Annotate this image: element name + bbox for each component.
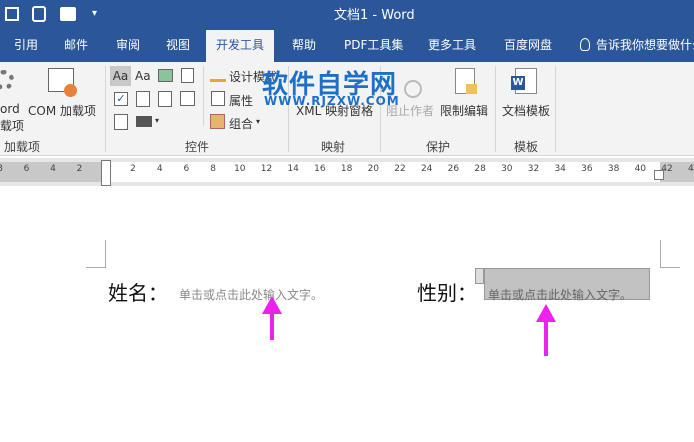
ruler-number: 18 <box>340 164 353 174</box>
document-page[interactable]: 姓名： 单击或点击此处输入文字。 性别： 单击或点击此处输入文字。 <box>0 186 694 442</box>
tab-review[interactable]: 审阅 <box>116 30 140 62</box>
title-bar: ▾ 文档1 - Word <box>0 0 694 30</box>
word-addins-label2: 载项 <box>0 119 25 133</box>
building-block-control-icon[interactable] <box>181 68 194 83</box>
ruler-number: 4 <box>156 164 163 174</box>
content-control-handle[interactable] <box>475 268 484 284</box>
gender-placeholder: 单击或点击此处输入文字。 <box>488 288 633 302</box>
ruler-number: 28 <box>474 164 486 174</box>
right-indent-marker[interactable] <box>654 170 664 180</box>
tab-pdf-tools[interactable]: PDF工具集 <box>344 30 403 62</box>
indent-marker[interactable] <box>101 160 111 186</box>
repeating-section-icon[interactable] <box>114 114 128 130</box>
rich-text-control-icon[interactable]: Aa <box>110 66 131 86</box>
dropdown-list-control-icon[interactable] <box>158 91 172 107</box>
group-button[interactable]: 组合 <box>229 115 253 132</box>
tab-developer[interactable]: 开发工具 <box>206 30 275 62</box>
restrict-editing-button[interactable]: 限制编辑 <box>440 102 488 119</box>
ruler-number: 14 <box>287 164 299 174</box>
ruler-number: 22 <box>394 164 406 174</box>
tab-mailings[interactable]: 邮件 <box>64 30 88 62</box>
group-label-controls: 控件 <box>185 140 210 154</box>
ruler-number: 2 <box>76 164 83 174</box>
ruler-number: 38 <box>607 164 620 174</box>
legacy-tools-dropdown-icon[interactable]: ▾ <box>155 116 159 125</box>
ruler-number: 4 <box>50 164 56 174</box>
tab-baidu-netdisk[interactable]: 百度网盘 <box>504 30 552 62</box>
ruler-number: 26 <box>447 164 460 174</box>
ruler-number: 44 <box>687 164 694 174</box>
group-label-protect: 保护 <box>426 140 451 154</box>
ruler-number: 16 <box>314 164 326 174</box>
word-logo-icon: W <box>511 76 525 90</box>
name-label: 姓名： <box>108 281 168 305</box>
design-mode-icon <box>210 68 226 82</box>
ruler-number: 8 <box>0 164 3 174</box>
save-icon[interactable] <box>5 7 19 21</box>
gear-icon <box>0 70 14 90</box>
ruler-number: 6 <box>23 164 30 174</box>
checkbox-control-icon[interactable]: ✓ <box>114 92 128 106</box>
com-addins-button[interactable]: COM 加载项 <box>28 102 96 119</box>
ruler-number: 34 <box>554 164 566 174</box>
legacy-tools-icon[interactable] <box>136 116 152 127</box>
group-label-templates: 模板 <box>514 140 539 154</box>
customize-toolbar-icon[interactable]: ▾ <box>92 8 97 19</box>
com-gear-icon <box>64 84 77 97</box>
document-template-button[interactable]: 文档模板 <box>502 102 550 119</box>
group-label-mapping: 映射 <box>321 140 346 154</box>
window-title: 文档1 - Word <box>334 8 415 23</box>
ruler-number: 32 <box>527 164 540 174</box>
picture-control-icon[interactable] <box>158 69 173 82</box>
ribbon-tabs: 引用 邮件 审阅 视图 开发工具 帮助 PDF工具集 更多工具 百度网盘 告诉我… <box>0 30 694 62</box>
touch-mode-icon[interactable] <box>32 6 46 22</box>
combo-box-control-icon[interactable] <box>136 91 150 107</box>
tab-more-tools[interactable]: 更多工具 <box>428 30 476 62</box>
plain-text-control-icon[interactable]: Aa <box>135 66 151 86</box>
properties-icon <box>211 91 225 106</box>
ruler-number: 24 <box>420 164 433 174</box>
ruler-number: 10 <box>234 164 246 174</box>
lock-icon <box>466 84 477 94</box>
properties-button[interactable]: 属性 <box>229 92 253 109</box>
block-authors-icon <box>404 80 422 98</box>
ruler-number: 40 <box>634 164 647 174</box>
ruler-number: 12 <box>260 164 273 174</box>
horizontal-ruler[interactable]: 8642246810121416182022242628303234363840… <box>0 158 694 186</box>
group-icon <box>210 114 225 129</box>
tab-view[interactable]: 视图 <box>166 30 190 62</box>
quick-print-icon[interactable] <box>60 7 76 21</box>
ruler-number: 8 <box>210 164 216 174</box>
group-dropdown-icon[interactable]: ▾ <box>256 117 260 126</box>
gender-label: 性别： <box>417 281 477 305</box>
gender-content-control[interactable]: 单击或点击此处输入文字。 <box>484 268 650 302</box>
lightbulb-icon <box>580 38 590 51</box>
ruler-number: 30 <box>501 164 513 174</box>
date-picker-control-icon[interactable] <box>180 91 195 106</box>
ribbon: ord 载项 COM 加载项 加载项 Aa Aa ✓ ▾ 设计模式 属性 组合 … <box>0 62 694 156</box>
ruler-number: 20 <box>367 164 380 174</box>
ruler-number: 36 <box>581 164 593 174</box>
ruler-number: 6 <box>183 164 190 174</box>
name-content-control[interactable]: 单击或点击此处输入文字。 <box>179 286 323 303</box>
tab-help[interactable]: 帮助 <box>292 30 316 62</box>
word-addins-button[interactable]: ord <box>0 102 20 116</box>
tab-references[interactable]: 引用 <box>14 30 38 62</box>
tell-me-search[interactable]: 告诉我你想要做什么 <box>596 30 694 62</box>
ruler-number: 2 <box>130 164 136 174</box>
group-label-addins: 加载项 <box>4 140 41 154</box>
watermark-url: WWW.RJZXW.COM <box>264 94 400 108</box>
